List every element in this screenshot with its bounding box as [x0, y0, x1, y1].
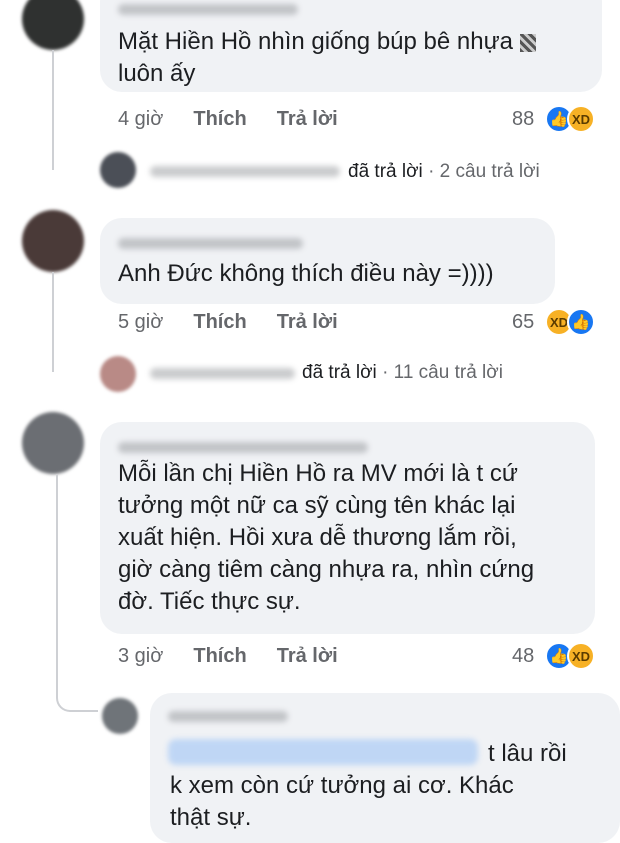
- reply-text: t lâu rồi k xem còn cứ tưởng ai cơ. Khác…: [170, 740, 567, 831]
- replier-name[interactable]: [150, 166, 340, 177]
- replier-name[interactable]: [150, 368, 295, 379]
- reaction-icons[interactable]: XD 👍: [545, 308, 595, 336]
- reply-button[interactable]: Trả lời: [277, 108, 338, 130]
- reaction-icons[interactable]: 👍 XD: [545, 105, 595, 133]
- replies-summary[interactable]: đã trả lời · 11 câu trả lời: [302, 362, 503, 384]
- like-button[interactable]: Thích: [193, 311, 246, 333]
- reply-button[interactable]: Trả lời: [277, 645, 338, 667]
- like-button[interactable]: Thích: [193, 108, 246, 130]
- reaction-count[interactable]: 48: [512, 645, 534, 668]
- comment-actions: 4 giờ Thích Trả lời: [118, 108, 368, 131]
- reaction-icons[interactable]: 👍 XD: [545, 642, 595, 670]
- thread-line: [56, 474, 98, 712]
- comment-time[interactable]: 3 giờ: [118, 645, 163, 667]
- comment-time[interactable]: 4 giờ: [118, 108, 163, 130]
- reaction-count[interactable]: 65: [512, 311, 534, 334]
- haha-icon: XD: [567, 105, 595, 133]
- commenter-avatar[interactable]: [22, 210, 84, 272]
- comment-text: Anh Đức không thích điều này =)))): [118, 260, 494, 287]
- haha-icon: XD: [567, 642, 595, 670]
- comment-text: Mỗi lần chị Hiền Hồ ra MV mới là t cứ tư…: [118, 460, 535, 615]
- comment-actions: 3 giờ Thích Trả lời: [118, 645, 368, 668]
- replier-avatar[interactable]: [100, 152, 136, 188]
- commenter-name[interactable]: [118, 238, 303, 249]
- comment-text: Mặt Hiền Hồ nhìn giống búp bê nhựa luôn …: [118, 26, 536, 90]
- commenter-name[interactable]: [118, 4, 298, 15]
- reaction-count[interactable]: 88: [512, 108, 534, 131]
- like-icon: 👍: [567, 308, 595, 336]
- like-button[interactable]: Thích: [193, 645, 246, 667]
- commenter-avatar[interactable]: [22, 0, 84, 50]
- thread-line: [52, 272, 54, 372]
- thread-line: [52, 50, 54, 170]
- replies-summary[interactable]: đã trả lời · 2 câu trả lời: [348, 161, 540, 183]
- reply-button[interactable]: Trả lời: [277, 311, 338, 333]
- emoji-icon: [519, 33, 536, 52]
- comment-actions: 5 giờ Thích Trả lời: [118, 311, 368, 334]
- commenter-avatar[interactable]: [22, 412, 84, 474]
- commenter-name[interactable]: [118, 442, 368, 453]
- replier-name[interactable]: [168, 711, 288, 722]
- replier-avatar[interactable]: [100, 356, 136, 392]
- comment-time[interactable]: 5 giờ: [118, 311, 163, 333]
- replier-avatar[interactable]: [102, 698, 138, 734]
